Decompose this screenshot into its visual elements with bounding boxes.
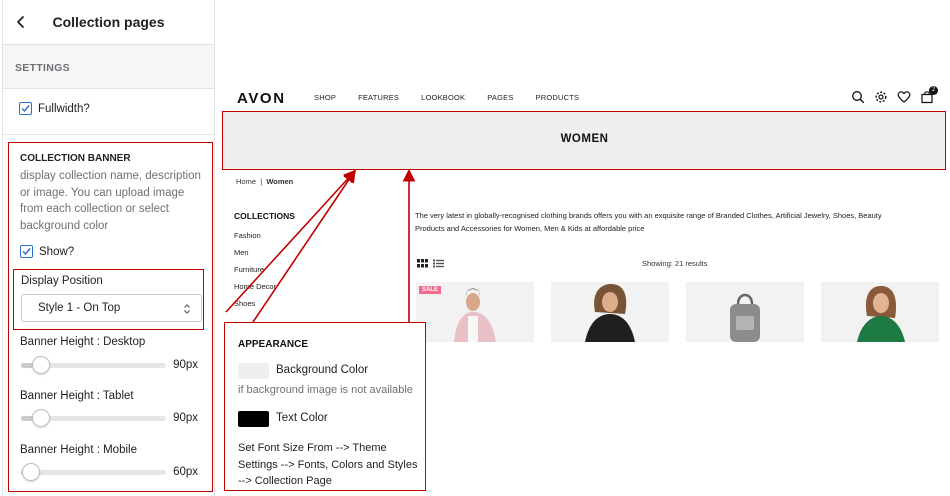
grid-view-icon[interactable]	[417, 259, 428, 268]
show-label: Show?	[39, 245, 75, 258]
heart-icon[interactable]	[897, 90, 911, 104]
appearance-heading: APPEARANCE	[238, 339, 309, 350]
collection-description: The very latest in globally-recognised c…	[415, 211, 882, 233]
product-card[interactable]	[821, 282, 939, 342]
product-grid: SALE	[416, 282, 939, 342]
show-option[interactable]: Show?	[20, 245, 74, 258]
banner-height-desktop-value: 90px	[173, 359, 198, 371]
font-size-note: Set Font Size From --> Theme Settings --…	[238, 442, 418, 487]
fullwidth-label: Fullwidth?	[38, 102, 90, 115]
panel-header: Collection pages	[3, 0, 214, 45]
text-color-label: Text Color	[276, 412, 328, 424]
breadcrumb-home[interactable]: Home	[236, 177, 256, 186]
results-count: Showing: 21 results	[642, 259, 708, 268]
gear-icon[interactable]	[874, 90, 888, 104]
main-nav: SHOP FEATURES LOOKBOOK PAGES PRODUCTS	[314, 93, 601, 102]
background-color-label: Background Color	[276, 364, 369, 376]
show-checkbox[interactable]	[20, 245, 33, 258]
panel-title: Collection pages	[52, 14, 165, 30]
checkmark-icon	[22, 248, 31, 256]
select-caret-icon	[184, 304, 190, 314]
collection-link-home-decor[interactable]: Home Decor	[234, 282, 276, 299]
view-toggle	[417, 259, 444, 268]
collection-link-fashion[interactable]: Fashion	[234, 231, 276, 248]
header-icons: 2	[851, 86, 938, 104]
store-preview: AVON SHOP FEATURES LOOKBOOK PAGES PRODUC…	[222, 82, 948, 352]
nav-pages[interactable]: PAGES	[487, 93, 513, 102]
nav-features[interactable]: FEATURES	[358, 93, 399, 102]
store-logo[interactable]: AVON	[237, 90, 286, 107]
product-image	[686, 282, 804, 342]
appearance-callout: APPEARANCE Background Color if backgroun…	[224, 322, 426, 491]
text-color-swatch[interactable]	[238, 411, 269, 427]
cart-count-badge: 2	[929, 86, 938, 95]
sale-badge: SALE	[419, 286, 442, 294]
checkmark-icon	[21, 105, 30, 113]
collection-link-shoes[interactable]: Shoes	[234, 299, 276, 316]
divider	[3, 134, 214, 135]
collection-banner-description: display collection name, description or …	[20, 170, 201, 232]
settings-panel: Collection pages SETTINGS Fullwidth? COL…	[2, 0, 215, 496]
banner-height-desktop-thumb[interactable]	[32, 356, 50, 374]
product-card[interactable]: SALE	[416, 282, 534, 342]
banner-height-desktop-label: Banner Height : Desktop	[20, 336, 146, 348]
collection-banner: WOMEN	[223, 111, 946, 169]
display-position-value: Style 1 - On Top	[38, 302, 121, 314]
nav-shop[interactable]: SHOP	[314, 93, 336, 102]
display-position-label: Display Position	[21, 275, 103, 287]
banner-height-tablet-value: 90px	[173, 412, 198, 424]
product-card[interactable]	[551, 282, 669, 342]
product-image	[551, 282, 669, 342]
collection-banner-title: WOMEN	[560, 133, 609, 145]
fullwidth-option[interactable]: Fullwidth?	[19, 102, 90, 115]
collection-link-men[interactable]: Men	[234, 248, 276, 265]
banner-height-mobile-thumb[interactable]	[22, 463, 40, 481]
settings-section-header: SETTINGS	[3, 45, 214, 89]
list-view-icon[interactable]	[433, 259, 444, 268]
settings-label: SETTINGS	[15, 62, 70, 74]
search-icon[interactable]	[851, 90, 865, 104]
banner-height-mobile-value: 60px	[173, 466, 198, 478]
breadcrumb-separator: |	[260, 177, 263, 186]
banner-height-mobile-label: Banner Height : Mobile	[20, 444, 137, 456]
breadcrumb: Home | Women	[236, 177, 293, 186]
banner-height-mobile-slider[interactable]	[21, 470, 166, 475]
nav-lookbook[interactable]: LOOKBOOK	[421, 93, 465, 102]
background-color-swatch[interactable]	[238, 363, 269, 379]
banner-height-tablet-label: Banner Height : Tablet	[20, 390, 134, 402]
nav-products[interactable]: PRODUCTS	[536, 93, 580, 102]
collection-banner-heading: COLLECTION BANNER	[20, 153, 131, 164]
collections-heading: COLLECTIONS	[234, 211, 295, 221]
display-position-select[interactable]: Style 1 - On Top	[21, 294, 202, 322]
collection-link-furniture[interactable]: Furniture	[234, 265, 276, 282]
background-color-hint: if background image is not available	[238, 384, 413, 396]
collections-list: Fashion Men Furniture Home Decor Shoes	[234, 231, 276, 316]
breadcrumb-current: Women	[266, 177, 294, 186]
fullwidth-checkbox[interactable]	[19, 102, 32, 115]
banner-height-tablet-thumb[interactable]	[32, 409, 50, 427]
product-image	[821, 282, 939, 342]
cart-button[interactable]: 2	[920, 86, 938, 104]
product-card[interactable]	[686, 282, 804, 342]
